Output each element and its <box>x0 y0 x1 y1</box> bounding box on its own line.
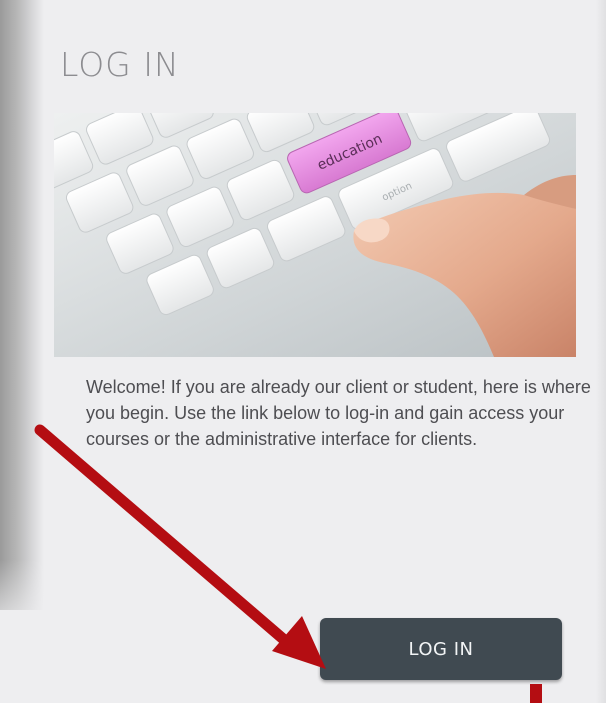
page-title: LOG IN <box>60 45 180 84</box>
left-shadow <box>0 0 44 610</box>
login-panel: LOG IN education option Welcome! If you … <box>44 0 596 703</box>
hero-image: education option <box>54 113 576 357</box>
left-shadow-fade <box>0 560 44 640</box>
keyboard-illustration: education option <box>54 113 576 357</box>
right-edge <box>596 0 606 703</box>
login-button[interactable]: LOG IN <box>320 618 562 680</box>
welcome-text: Welcome! If you are already our client o… <box>86 377 591 449</box>
